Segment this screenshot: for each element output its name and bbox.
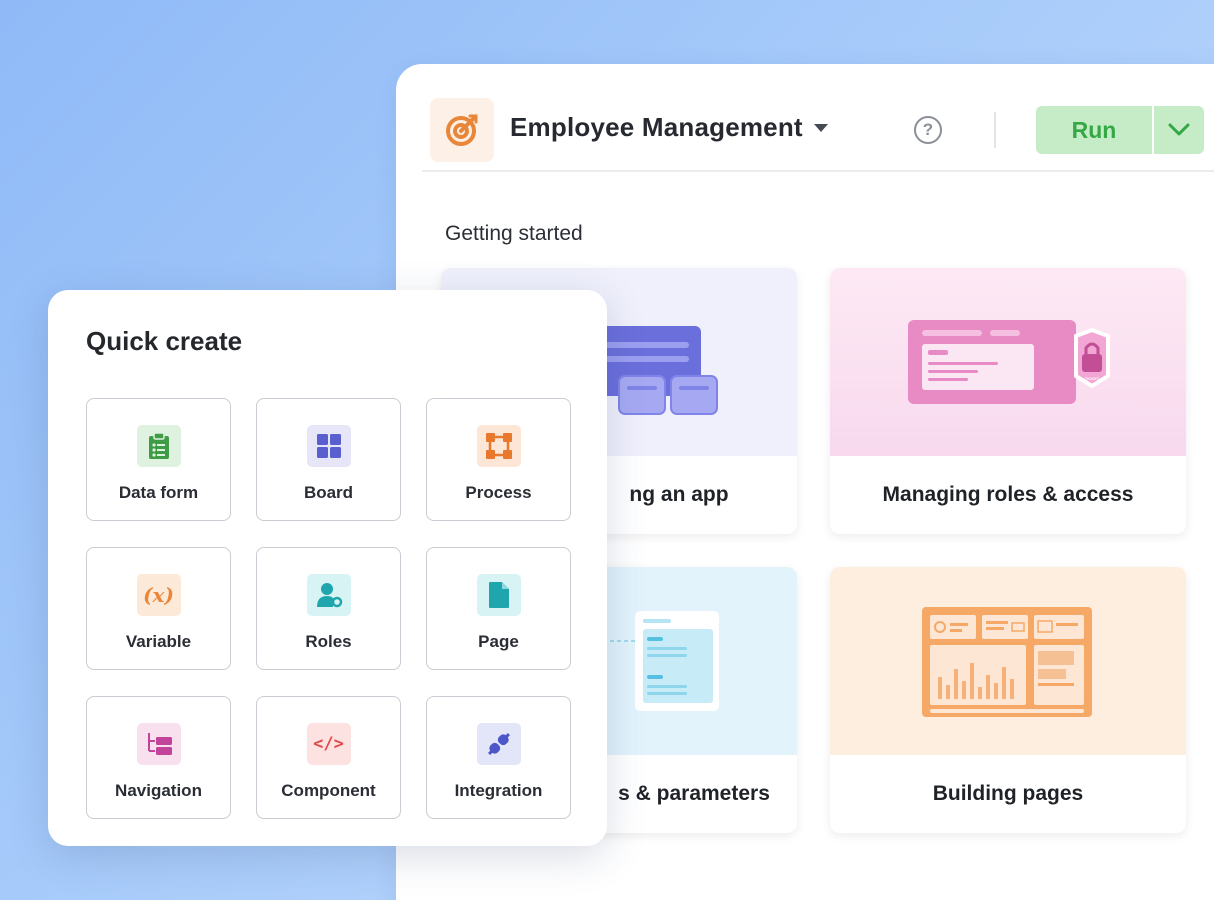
grid-icon bbox=[306, 425, 351, 467]
card-illustration: TICKET bbox=[830, 268, 1186, 456]
quick-create-board[interactable]: Board bbox=[256, 398, 401, 521]
quick-create-page[interactable]: Page bbox=[426, 547, 571, 670]
plug-icon bbox=[476, 723, 521, 765]
chevron-down-icon[interactable] bbox=[814, 124, 828, 132]
code-glyph: </> bbox=[313, 734, 344, 754]
user-key-icon bbox=[306, 574, 351, 616]
code-icon: </> bbox=[306, 723, 351, 765]
quick-create-roles[interactable]: Roles bbox=[256, 547, 401, 670]
run-button-group: Run bbox=[1036, 106, 1204, 154]
tutorial-card-roles-access[interactable]: TICKET Managing roles & access bbox=[830, 268, 1186, 534]
quick-create-data-form[interactable]: Data form bbox=[86, 398, 231, 521]
tile-label: Process bbox=[465, 483, 532, 502]
tile-label: Navigation bbox=[115, 781, 202, 800]
process-icon bbox=[476, 425, 521, 467]
quick-create-panel: Quick create Data form Board Process (x)… bbox=[48, 290, 607, 846]
card-illustration bbox=[830, 567, 1186, 755]
app-title[interactable]: Employee Management bbox=[510, 112, 803, 143]
navigation-icon bbox=[136, 723, 181, 765]
page-icon bbox=[476, 574, 521, 616]
tile-label: Board bbox=[303, 483, 354, 502]
app-logo[interactable] bbox=[430, 98, 494, 162]
clipboard-icon bbox=[136, 425, 181, 467]
tile-label: Integration bbox=[454, 781, 543, 800]
target-logo-icon bbox=[446, 114, 478, 146]
quick-create-component[interactable]: </> Component bbox=[256, 696, 401, 819]
tile-label: Roles bbox=[305, 632, 352, 651]
run-dropdown-button[interactable] bbox=[1154, 106, 1204, 154]
tutorial-card-building-pages[interactable]: Building pages bbox=[830, 567, 1186, 833]
quick-create-navigation[interactable]: Navigation bbox=[86, 696, 231, 819]
tile-label: Variable bbox=[125, 632, 192, 651]
variable-icon: (x) bbox=[136, 574, 181, 616]
quick-create-integration[interactable]: Integration bbox=[426, 696, 571, 819]
help-icon[interactable]: ? bbox=[914, 116, 942, 144]
section-label: Getting started bbox=[445, 222, 583, 245]
header-divider bbox=[994, 112, 996, 148]
variable-glyph: (x) bbox=[143, 583, 174, 607]
chevron-down-icon bbox=[1168, 123, 1190, 136]
card-label: Building pages bbox=[932, 782, 1084, 805]
tile-label: Page bbox=[478, 632, 519, 651]
run-button[interactable]: Run bbox=[1036, 106, 1154, 154]
quick-create-title: Quick create bbox=[86, 326, 243, 356]
quick-create-variable[interactable]: (x) Variable bbox=[86, 547, 231, 670]
tile-label: Component bbox=[281, 781, 376, 800]
app-header: Employee Management ? Run bbox=[422, 64, 1214, 172]
quick-create-process[interactable]: Process bbox=[426, 398, 571, 521]
ticket-badge: TICKET bbox=[1084, 376, 1100, 381]
card-label: Managing roles & access bbox=[882, 483, 1134, 506]
tile-label: Data form bbox=[118, 483, 199, 502]
